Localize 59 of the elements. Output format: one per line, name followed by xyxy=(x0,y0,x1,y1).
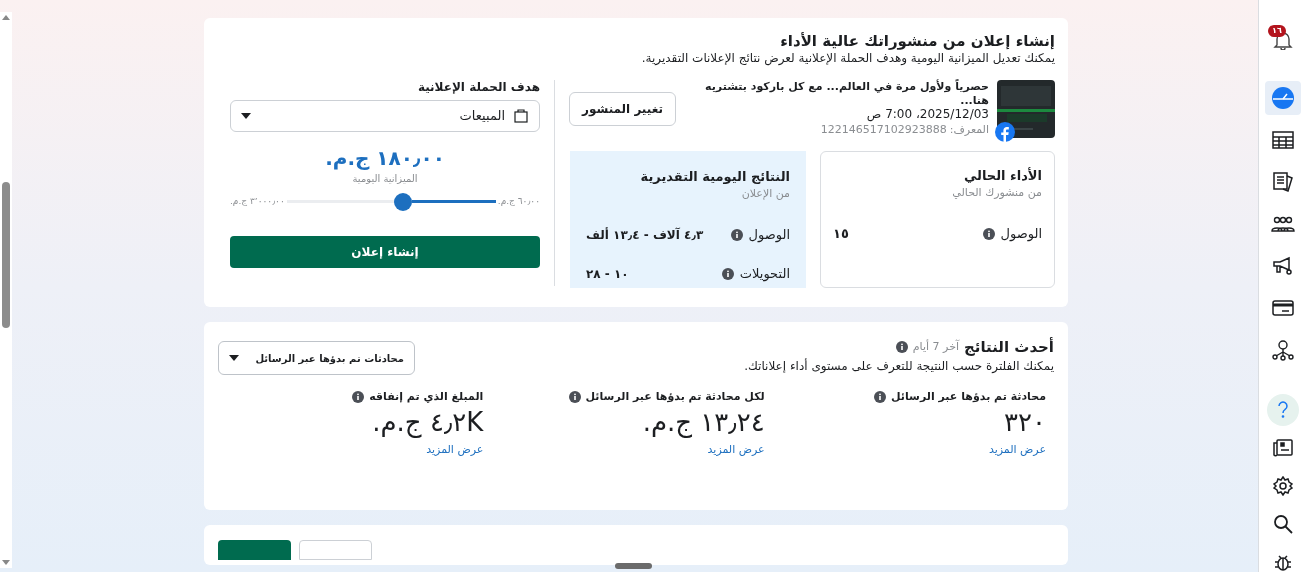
period-label: آخر 7 أيام xyxy=(912,339,959,355)
metric-value: ١٣٫٢٤ ج.م. xyxy=(642,405,765,438)
metric-label: المبلغ الذي تم إنفاقه xyxy=(369,389,484,405)
slider-thumb[interactable] xyxy=(394,192,413,211)
info-icon xyxy=(874,391,887,404)
caret-icon xyxy=(241,112,251,119)
gauge-icon[interactable] xyxy=(1265,81,1301,115)
card-description: يمكنك الفلترة حسب النتيجة للتعرف على مستوى أداء إعلاناتك. xyxy=(744,358,1054,374)
panel-subtitle: من الإعلان xyxy=(740,186,790,203)
info-icon xyxy=(568,391,581,404)
budget-label: الميزانية اليومية xyxy=(352,171,418,186)
card-subtitle: يمكنك تعديل الميزانية اليومية وهدف الحملة الإعلانية لعرض نتائج الإعلانات التقديرية. xyxy=(640,50,1055,66)
goal-dropdown[interactable]: المبيعات xyxy=(230,99,540,132)
bag-icon xyxy=(513,107,529,124)
panel-subtitle: من منشورك الحالي xyxy=(951,185,1042,202)
info-icon xyxy=(730,228,743,241)
scroll-up-icon[interactable] xyxy=(2,15,10,20)
facebook-icon xyxy=(995,122,1015,143)
metric-value: ١٥ xyxy=(833,224,849,243)
budget-amount: ١٨٠٫٠٠ ج.م. xyxy=(325,145,445,171)
metric-label: لكل محادثة تم بدؤها عبر الرسائل xyxy=(585,389,765,405)
metric-label: محادثة تم بدؤها عبر الرسائل xyxy=(891,389,1046,405)
metric-value: ٤٫٢K ج.م. xyxy=(372,405,484,438)
metric-label: الوصول xyxy=(1000,224,1042,244)
scrollbar-thumb[interactable] xyxy=(2,182,10,328)
drag-handle[interactable] xyxy=(615,563,652,569)
goal-label: هدف الحملة الإعلانية xyxy=(416,78,540,96)
budget-slider[interactable] xyxy=(286,193,496,210)
metric-label: الوصول xyxy=(748,225,790,245)
metric-value: ٣٢٠ xyxy=(1004,405,1046,438)
panel-title: الأداء الحالي xyxy=(962,166,1042,185)
metric-value: ١٠ - ٢٨ xyxy=(586,266,629,283)
panel-title: النتائج اليومية التقديرية xyxy=(639,167,790,186)
slider-min: ٦٠٫٠٠ ج.م. xyxy=(497,195,540,208)
help-icon[interactable] xyxy=(1267,394,1299,426)
notification-badge: ١٦ xyxy=(1268,25,1286,37)
id-label: المعرف: xyxy=(949,122,989,139)
info-icon xyxy=(895,341,908,354)
result-filter-dropdown[interactable]: محادثات تم بدؤها عبر الرسائل xyxy=(218,341,415,375)
see-more-link[interactable]: عرض المزيد xyxy=(426,442,484,459)
info-icon xyxy=(982,227,995,240)
post-date: 2025/12/03، 7:00 ص xyxy=(865,107,989,123)
card-title: إنشاء إعلان من منشوراتك عالية الأداء xyxy=(779,32,1055,51)
metric-label: التحويلات xyxy=(739,265,790,284)
scroll-down-icon[interactable] xyxy=(2,560,10,565)
bell-icon[interactable] xyxy=(1273,30,1293,50)
metric-value: ٤٫٣ آلاف - ١٣٫٤ ألف xyxy=(586,226,704,244)
change-post-button[interactable]: تغيير المنشور xyxy=(569,92,676,127)
info-icon xyxy=(721,268,734,280)
create-ad-button[interactable]: إنشاء إعلان xyxy=(230,235,540,268)
scrollbar[interactable] xyxy=(0,12,12,568)
post-text: حصرياً ولأول مرة في العالم... مع كل باركود بتشتريه هنا... xyxy=(704,79,989,108)
caret-icon xyxy=(229,355,239,361)
slider-max: ٣٬٠٠٠٫٠٠ ج.م. xyxy=(230,195,285,208)
see-more-link[interactable]: عرض المزيد xyxy=(988,442,1046,459)
see-more-link[interactable]: عرض المزيد xyxy=(707,442,765,459)
info-icon xyxy=(352,391,365,404)
card-title: أحدث النتائج xyxy=(964,336,1054,358)
post-id: 122146517102923888 xyxy=(820,122,947,139)
